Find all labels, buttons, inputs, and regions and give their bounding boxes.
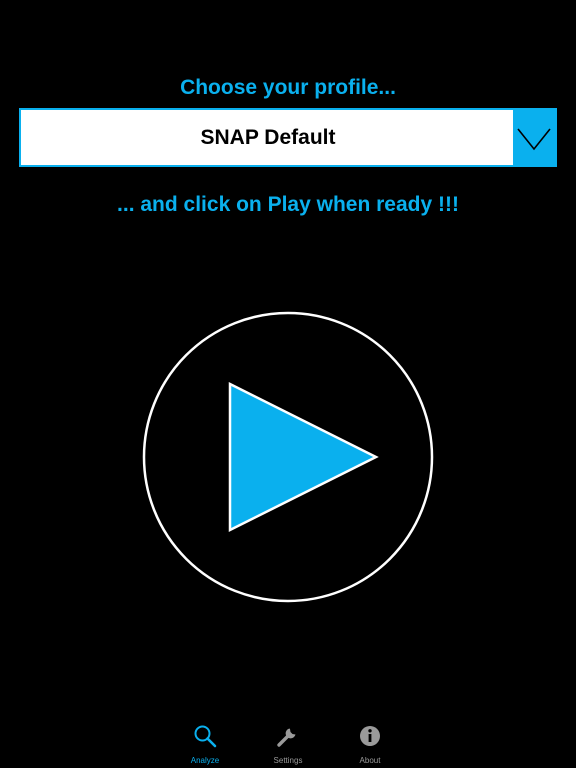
search-icon	[194, 725, 217, 748]
tab-analyze[interactable]: Analyze	[165, 718, 245, 768]
profile-selected-value: SNAP Default	[200, 126, 336, 149]
play-instruction-label: ... and click on Play when ready !!!	[117, 193, 459, 216]
tab-label-analyze: Analyze	[190, 756, 220, 765]
play-icon	[142, 311, 434, 603]
play-button[interactable]	[142, 311, 434, 603]
choose-profile-label: Choose your profile...	[180, 76, 396, 99]
info-icon	[360, 726, 380, 746]
wrench-icon	[277, 728, 296, 747]
chevron-down-icon	[517, 128, 551, 150]
profile-dropdown[interactable]: SNAP Default	[19, 108, 557, 167]
tab-label-about: About	[359, 756, 381, 765]
dropdown-toggle-button[interactable]	[513, 110, 555, 165]
tab-about[interactable]: About	[330, 718, 410, 768]
tab-settings[interactable]: Settings	[248, 718, 328, 768]
tab-bar: Analyze Settings About	[0, 718, 576, 768]
tab-label-settings: Settings	[273, 756, 303, 765]
